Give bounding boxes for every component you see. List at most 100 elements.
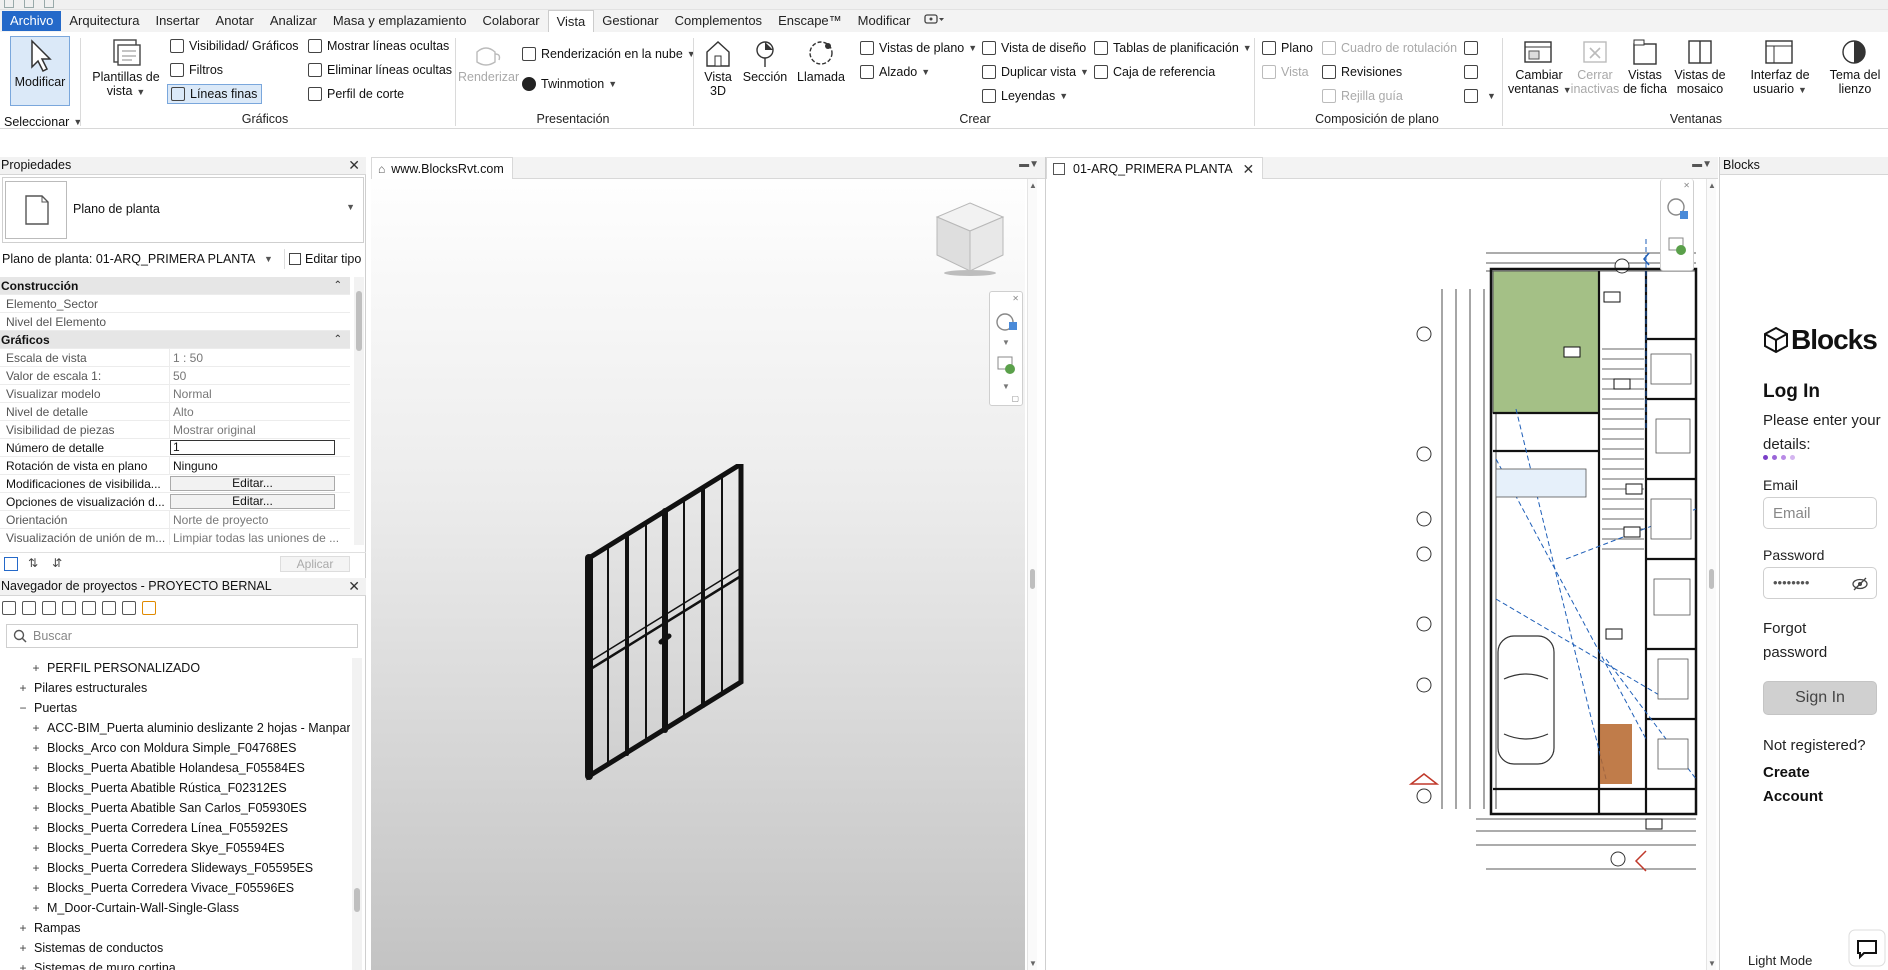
quick-access-icon[interactable] [4, 0, 14, 8]
steering-wheel-icon[interactable] [995, 310, 1019, 334]
tree-item[interactable]: + Blocks_Puerta Abatible Rústica_F02312ES [0, 778, 350, 798]
cerrar-inactivas-button[interactable]: Cerrar inactivas [1570, 38, 1620, 96]
expand-icon[interactable]: + [31, 838, 41, 858]
type-selector[interactable]: Plano de planta ▼ [2, 177, 364, 243]
collapse-icon[interactable]: ⌃ [334, 277, 342, 295]
leyendas-button[interactable]: Leyendas ▼ [982, 86, 1068, 106]
tree-item[interactable]: + Blocks_Puerta Abatible Holandesa_F05584… [0, 758, 350, 778]
plantillas-button[interactable]: Plantillas de vista ▼ [90, 38, 162, 99]
options-icon[interactable]: ▢ [1011, 394, 1019, 403]
chain-link-icon[interactable] [142, 601, 156, 615]
renderizar-button[interactable]: Renderizar [458, 42, 519, 84]
property-category[interactable]: Construcción ⌃ [0, 277, 350, 295]
tema-lienzo-button[interactable]: Tema del lienzo [1826, 38, 1884, 96]
eliminar-lineas-button[interactable]: Eliminar líneas ocultas [308, 60, 452, 80]
seleccionar-dropdown[interactable]: Seleccionar ▼ [4, 112, 82, 132]
modificar-button[interactable]: Modificar [10, 36, 70, 106]
tab-list-icon[interactable]: ▬▼ [1019, 159, 1039, 170]
scroll-up-icon[interactable]: ▲ [1708, 181, 1716, 190]
property-value[interactable]: Ninguno [169, 457, 339, 475]
vista-button[interactable]: Vista [1262, 62, 1309, 82]
zoom-region-icon[interactable] [995, 354, 1019, 378]
plano-button[interactable]: Plano [1262, 38, 1313, 58]
vistas-plano-button[interactable]: Vistas de plano ▼ [860, 38, 977, 58]
tree-item[interactable]: + M_Door-Curtain-Wall-Single-Glass [0, 898, 350, 918]
expand-icon[interactable]: + [18, 918, 28, 938]
password-field[interactable]: •••••••• [1763, 567, 1877, 599]
cuadro-rotulacion-button[interactable]: Cuadro de rotulación [1322, 38, 1457, 58]
menu-gestionar[interactable]: Gestionar [594, 11, 666, 31]
tree-item[interactable]: + Pilares estructurales [0, 678, 350, 698]
duplicar-vista-button[interactable]: Duplicar vista ▼ [982, 62, 1089, 82]
edit-property-button[interactable]: Editar... [170, 476, 335, 491]
view2-scrollbar[interactable]: ▲ ▼ [1706, 179, 1716, 970]
tree-item[interactable]: − Puertas [0, 698, 350, 718]
renderizacion-nube-button[interactable]: Renderización en la nube ▼ [522, 44, 696, 64]
view-cube-icon[interactable] [933, 199, 1007, 277]
tree-item[interactable]: + PERFIL PERSONALIZADO [0, 658, 350, 678]
property-category[interactable]: Gráficos ⌃ [0, 331, 350, 349]
menu-vista[interactable]: Vista [547, 10, 595, 32]
navigator-search[interactable] [6, 624, 358, 648]
expand-icon[interactable]: + [31, 818, 41, 838]
rejilla-guia-button[interactable]: Rejilla guía [1322, 86, 1403, 106]
tree-item[interactable]: + Blocks_Puerta Corredera Línea_F05592ES [0, 818, 350, 838]
steering-wheel-2d-icon[interactable] [1666, 197, 1690, 221]
vista-diseno-button[interactable]: Vista de diseño [982, 38, 1086, 58]
properties-scrollbar[interactable] [354, 277, 364, 545]
expand-icon[interactable]: + [31, 898, 41, 918]
visibilidad-button[interactable]: Visibilidad/ Gráficos [170, 36, 299, 56]
close-icon[interactable]: ✕ [1243, 159, 1255, 179]
editar-tipo-button[interactable]: Editar tipo [284, 249, 361, 269]
close-icon[interactable]: ✕ [1683, 181, 1690, 190]
view2-tab[interactable]: 01-ARQ_PRIMERA PLANTA ✕ [1046, 157, 1264, 179]
chevron-down-icon[interactable]: ▼ [1002, 382, 1010, 391]
expand-icon[interactable]: + [18, 678, 28, 698]
3d-canvas[interactable]: ✕ ▼ ▼ ▢ [371, 179, 1025, 970]
expand-icon[interactable]: + [31, 758, 41, 778]
seccion-button[interactable]: Sección [740, 38, 790, 84]
menu-archivo[interactable]: Archivo [2, 11, 62, 31]
viewports-button[interactable]: ▼ [1464, 86, 1496, 106]
expand-icon[interactable]: + [31, 858, 41, 878]
view-reference-button[interactable] [1464, 62, 1483, 82]
quick-access-icon[interactable] [44, 0, 54, 8]
plan-canvas[interactable]: ✕ [1046, 179, 1698, 970]
tab-list-icon[interactable]: ▬▼ [1692, 159, 1712, 170]
create-account-link[interactable]: Create Account [1763, 761, 1863, 809]
menu-anotar[interactable]: Anotar [208, 11, 262, 31]
alpha-sort-icon[interactable]: ⇅ [28, 556, 38, 570]
close-icon[interactable]: ✕ [1012, 294, 1019, 303]
interfaz-usuario-button[interactable]: Interfaz de usuario ▼ [1748, 38, 1812, 97]
table-icon[interactable] [62, 601, 76, 615]
scroll-down-icon[interactable]: ▼ [1708, 959, 1716, 968]
instance-filter[interactable]: Plano de planta: 01-ARQ_PRIMERA PLANTA ▼… [2, 249, 364, 269]
quick-access-icon[interactable] [24, 0, 34, 8]
property-input[interactable]: 1 [170, 440, 335, 455]
menu-arquitectura[interactable]: Arquitectura [61, 11, 147, 31]
expand-icon[interactable]: + [31, 738, 41, 758]
sign-in-button[interactable]: Sign In [1763, 681, 1877, 715]
edit-property-button[interactable]: Editar... [170, 494, 335, 509]
tree-item[interactable]: + Sistemas de conductos [0, 938, 350, 958]
menu-insertar[interactable]: Insertar [147, 11, 207, 31]
tree-item[interactable]: + Blocks_Puerta Corredera Vivace_F05596ES [0, 878, 350, 898]
expand-icon[interactable]: + [18, 938, 28, 958]
chevron-down-icon[interactable]: ▼ [1002, 338, 1010, 347]
revisiones-button[interactable]: Revisiones [1322, 62, 1402, 82]
tree-item[interactable]: + Sistemas de muro cortina [0, 958, 350, 970]
menu-masa[interactable]: Masa y emplazamiento [325, 11, 475, 31]
tree-item[interactable]: + Blocks_Arco con Moldura Simple_F04768ES [0, 738, 350, 758]
groups-icon[interactable] [102, 601, 116, 615]
twinmotion-button[interactable]: Twinmotion ▼ [522, 74, 617, 94]
matchline-button[interactable] [1464, 38, 1483, 58]
expand-icon[interactable]: + [31, 658, 41, 678]
expand-icon[interactable]: + [31, 778, 41, 798]
tree-item[interactable]: + Blocks_Puerta Abatible San Carlos_F0593… [0, 798, 350, 818]
scroll-down-icon[interactable]: ▼ [1029, 959, 1037, 968]
expand-icon[interactable]: + [31, 798, 41, 818]
cambiar-ventanas-button[interactable]: Cambiar ventanas ▼ [1508, 38, 1572, 97]
navigator-scrollbar[interactable] [352, 658, 362, 970]
menu-colaborar[interactable]: Colaborar [474, 11, 547, 31]
eye-off-icon[interactable] [1852, 577, 1868, 591]
